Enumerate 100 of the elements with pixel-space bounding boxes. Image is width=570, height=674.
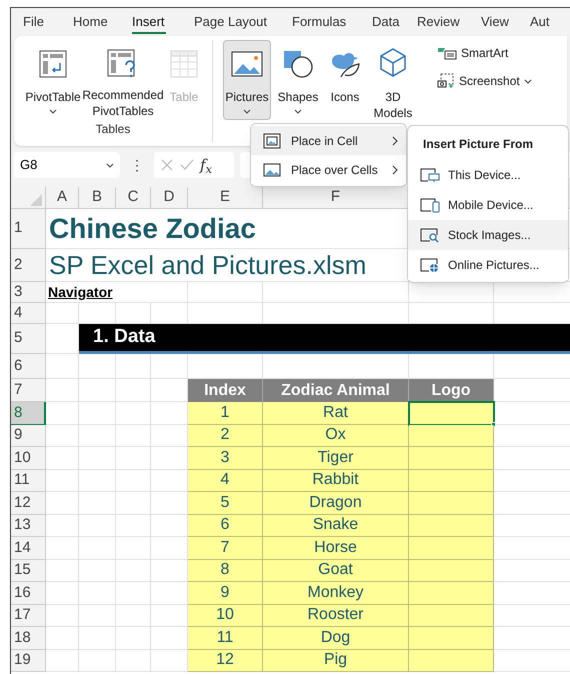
ribbon-tab[interactable]: File [23,8,73,36]
row-header[interactable]: 18 [11,627,46,650]
logo-cell[interactable] [409,560,494,582]
row-header[interactable]: 2 [11,249,46,282]
row-header[interactable]: 17 [11,604,46,627]
empty-cell [79,514,116,537]
section-heading: 1. Data [92,325,156,350]
row-header[interactable]: 14 [11,537,46,560]
logo-cell[interactable] [409,402,494,424]
table-cell: Pig [263,650,409,672]
chevron-right-icon [392,164,398,174]
table-cell: Dog [263,627,409,650]
logo-cell[interactable] [409,537,494,560]
empty-cell [151,354,188,379]
column-header[interactable]: D [164,186,174,209]
logo-cell[interactable] [409,627,494,650]
device-picture-icon [420,167,440,183]
table-cell: Tiger [263,447,409,470]
empty-cell [116,650,151,672]
empty-cell [116,537,151,560]
column-header[interactable]: F [330,186,340,209]
table-cell: 11 [188,627,263,650]
menu-item[interactable]: Online Pictures... [408,250,568,280]
name-box[interactable]: G8 [14,152,120,178]
empty-cell [79,402,116,424]
logo-cell[interactable] [409,582,494,604]
navigator-link[interactable]: Navigator [46,282,113,302]
table-icon [169,49,199,79]
logo-cell[interactable] [409,492,494,514]
ribbon-tab[interactable]: Home [73,8,132,36]
table-cell: 9 [188,582,263,604]
row-header[interactable]: 5 [11,324,46,354]
screenshot-icon [437,73,455,89]
ribbon-button[interactable]: Pictures [223,40,271,120]
row-header[interactable]: 13 [11,514,46,537]
menu-item[interactable]: Place in Cell [251,126,406,155]
table-header: Logo [409,379,494,402]
ribbon-button[interactable]: PivotTable [24,40,82,120]
row-header[interactable]: 15 [11,560,46,582]
table-cell: Rabbit [263,470,409,492]
column-header[interactable]: E [220,186,230,209]
empty-cell [116,582,151,604]
insert-function-button[interactable]: f$_{x}$ [200,154,212,176]
row-header[interactable]: 3 [11,282,46,303]
search-picture-icon [420,227,440,243]
ribbon-button[interactable]: Screenshot [435,70,534,92]
ribbon-tab[interactable]: View [481,8,530,36]
ribbon-tab[interactable]: Data [372,8,417,36]
logo-cell[interactable] [409,604,494,627]
logo-cell[interactable] [409,514,494,537]
ribbon-button[interactable]: Icons [325,40,365,120]
cube-icon [378,47,408,77]
menu-item[interactable]: This Device... [408,160,568,190]
logo-cell[interactable] [409,650,494,672]
ribbon-tab[interactable]: Aut [530,8,570,36]
logo-cell[interactable] [409,470,494,492]
logo-cell[interactable] [409,447,494,470]
row-header[interactable]: 12 [11,492,46,514]
menu-item[interactable]: Mobile Device... [408,190,568,220]
table-cell: Rat [263,402,409,424]
empty-cell [116,514,151,537]
column-header[interactable]: C [128,186,138,209]
empty-cell [116,470,151,492]
ribbon-tab[interactable]: Page Layout [194,8,292,36]
row-header[interactable]: 1 [11,209,46,249]
menu-item[interactable]: Stock Images... [408,220,568,250]
chevron-right-icon [392,136,398,146]
ribbon-button[interactable]: Recommended PivotTables [82,40,164,120]
sheet-title: Chinese Zodiac [48,214,256,242]
cancel-icon[interactable] [160,158,174,172]
row-header[interactable]: 9 [11,424,46,447]
row-header[interactable]: 10 [11,447,46,470]
table-cell: 1 [188,402,263,424]
ribbon-button[interactable]: SmartArt [435,42,534,64]
column-header[interactable]: B [92,186,102,209]
empty-cell [116,354,151,379]
ribbon-tab[interactable]: Insert [132,8,194,36]
row-header[interactable]: 19 [11,650,46,672]
logo-cell[interactable] [409,424,494,447]
menu-item[interactable]: Place over Cells [251,155,406,184]
table-cell: 10 [188,604,263,627]
empty-cell [116,402,151,424]
select-all-icon[interactable] [30,194,42,206]
row-header[interactable]: 4 [11,303,46,324]
row-header[interactable]: 16 [11,582,46,604]
empty-cell [79,604,116,627]
column-header[interactable]: A [56,186,67,209]
options-handle[interactable]: ⋮ [126,154,148,176]
smartart-icon [437,46,457,60]
empty-cell [116,379,151,402]
row-header[interactable]: 6 [11,354,46,379]
ribbon-tab[interactable]: Review [417,8,481,36]
ribbon-button[interactable]: Shapes [275,40,321,120]
ribbon-tab[interactable]: Formulas [292,8,372,36]
caret-icon [106,162,114,168]
ribbon-button[interactable]: 3D Models [369,40,417,120]
empty-cell [79,379,116,402]
row-header[interactable]: 11 [11,470,46,492]
row-header[interactable]: 7 [11,379,46,402]
check-icon[interactable] [180,158,194,172]
